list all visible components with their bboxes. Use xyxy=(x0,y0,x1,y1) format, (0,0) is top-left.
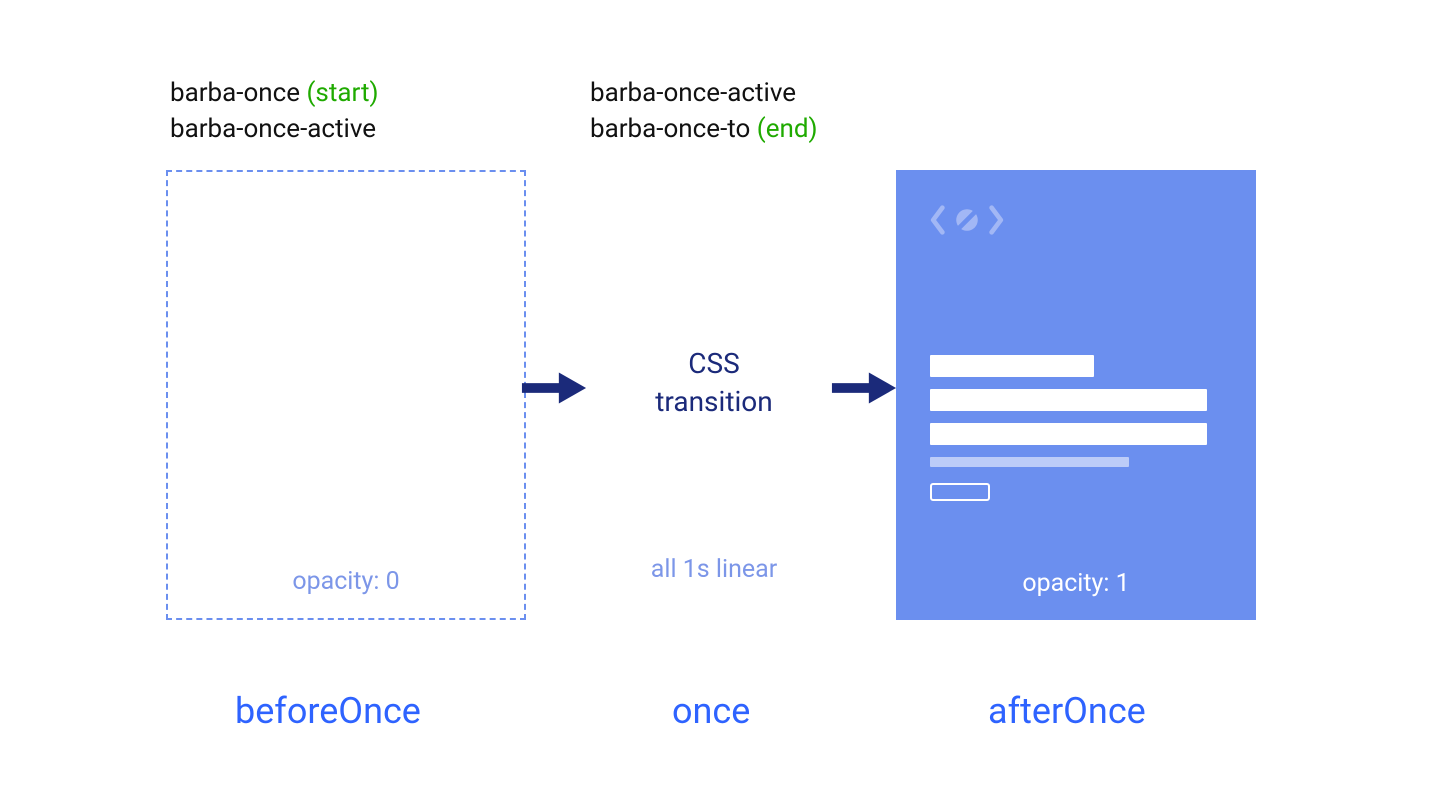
arrow-right-icon xyxy=(520,368,588,408)
left-class-labels: barba-once (start) barba-once-active xyxy=(170,75,379,148)
mock-content xyxy=(930,355,1222,501)
class-name: barba-once-active xyxy=(590,78,796,108)
opacity-label: opacity: 0 xyxy=(168,567,524,596)
title-line: transition xyxy=(655,385,772,418)
diagram-root: barba-once (start) barba-once-active bar… xyxy=(0,0,1440,810)
barba-logo-icon xyxy=(928,200,1006,240)
class-name: barba-once-active xyxy=(170,114,376,144)
mock-button xyxy=(930,483,990,501)
label-line: barba-once (start) xyxy=(170,75,379,111)
opacity-label: opacity: 1 xyxy=(896,569,1256,598)
mock-text-line xyxy=(930,423,1207,445)
class-note-end: (end) xyxy=(757,114,818,144)
label-line: barba-once-to (end) xyxy=(590,111,818,147)
before-once-panel: opacity: 0 xyxy=(166,170,526,620)
class-note-start: (start) xyxy=(307,78,379,108)
label-line: barba-once-active xyxy=(590,75,818,111)
phase-once: once xyxy=(672,690,750,732)
class-name: barba-once xyxy=(170,78,300,108)
transition-block: CSS transition all 1s linear xyxy=(584,345,844,421)
mock-subtext xyxy=(930,457,1129,467)
label-line: barba-once-active xyxy=(170,111,379,147)
title-line: CSS xyxy=(688,347,739,380)
class-name: barba-once-to xyxy=(590,114,750,144)
after-once-panel: opacity: 1 xyxy=(896,170,1256,620)
mock-heading xyxy=(930,355,1094,377)
mock-text-line xyxy=(930,389,1207,411)
phase-after-once: afterOnce xyxy=(988,690,1146,732)
transition-value: all 1s linear xyxy=(584,555,844,584)
transition-title: CSS transition xyxy=(584,345,844,421)
phase-before-once: beforeOnce xyxy=(235,690,421,732)
right-class-labels: barba-once-active barba-once-to (end) xyxy=(590,75,818,148)
